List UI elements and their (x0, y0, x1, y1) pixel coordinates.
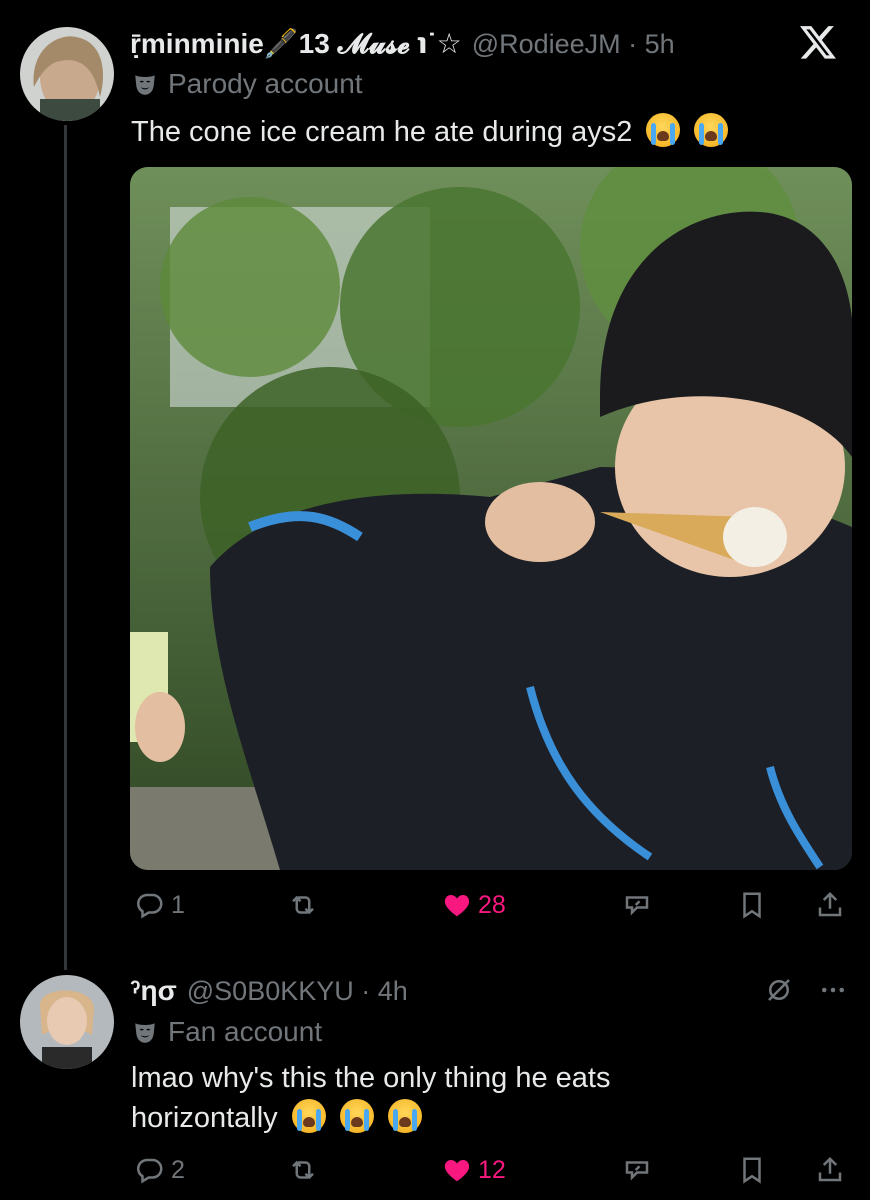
like-count: 12 (478, 1155, 506, 1184)
share-icon (818, 891, 842, 917)
tweet-media-image[interactable] (130, 167, 852, 870)
crying-emoji-icon (646, 113, 681, 147)
handle-and-time[interactable]: @S0B0KKYU · 4h (187, 976, 408, 1007)
account-badge-label: Fan account (168, 1016, 323, 1047)
retweet-button[interactable] (288, 890, 324, 920)
crying-emoji-icon (291, 1099, 326, 1133)
retweet-button[interactable] (288, 1155, 324, 1185)
share-icon (818, 1156, 842, 1182)
display-name[interactable]: ṝminminie🖋️13 𝓜𝓾𝓼𝓮 ℩˙☆ (130, 27, 462, 61)
heart-icon (444, 1160, 470, 1182)
retweet-icon (292, 895, 314, 915)
reply-icon (136, 893, 163, 919)
parody-mask-icon (135, 75, 155, 95)
tweet-text-line1: lmao why's this the only thing he eats (131, 1062, 611, 1094)
share-button[interactable] (815, 1155, 845, 1185)
reply-button[interactable]: 2 (135, 1155, 185, 1185)
mute-icon[interactable] (764, 975, 794, 1005)
display-name[interactable]: ˀησ (130, 975, 177, 1007)
bookmark-button[interactable] (737, 1155, 767, 1185)
grok-button[interactable] (622, 890, 652, 920)
reply-icon (136, 1158, 163, 1184)
account-badge-label: Parody account (168, 68, 363, 99)
reply-count: 2 (171, 1155, 185, 1184)
grok-button[interactable] (622, 1155, 652, 1185)
bookmark-icon (743, 1157, 761, 1184)
retweet-icon (292, 1160, 314, 1180)
avatar-rodieejm[interactable] (20, 27, 114, 121)
grok-icon (625, 896, 649, 916)
thread-connector-line (64, 125, 67, 970)
grok-icon (625, 1161, 649, 1181)
share-button[interactable] (815, 890, 845, 920)
like-button[interactable]: 12 (442, 1155, 506, 1185)
bookmark-button[interactable] (737, 890, 767, 920)
crying-emoji-icon (339, 1099, 374, 1133)
tweet-text: The cone ice cream he ate during ays2 (131, 116, 633, 148)
crying-emoji-icon (694, 113, 729, 147)
reply-count: 1 (171, 890, 185, 919)
reply-button[interactable]: 1 (135, 890, 185, 920)
tweet-text-line2: horizontally (131, 1102, 278, 1134)
like-count: 28 (478, 890, 506, 919)
heart-icon (444, 895, 470, 917)
bookmark-icon (743, 892, 761, 919)
more-icon[interactable] (818, 975, 848, 1005)
handle-and-time[interactable]: @RodieeJM · 5h (472, 29, 675, 60)
like-button[interactable]: 28 (442, 890, 506, 920)
avatar-s0b0kkyu[interactable] (20, 975, 114, 1069)
crying-emoji-icon (387, 1099, 422, 1133)
fan-mask-icon (135, 1023, 155, 1043)
x-logo-icon[interactable] (798, 22, 838, 62)
